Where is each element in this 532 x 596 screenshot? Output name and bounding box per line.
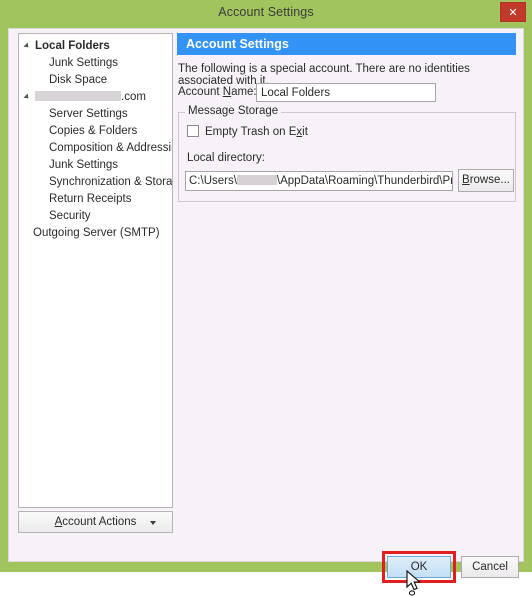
empty-trash-checkbox[interactable] (187, 125, 199, 137)
empty-trash-label-post: it (302, 126, 308, 138)
account-tree-panel[interactable]: Local Folders Junk Settings Disk Space .com… (18, 33, 173, 508)
tree-item-label: Server Settings (49, 108, 128, 120)
tree-item-8[interactable]: Synchronization & Storage (19, 174, 172, 191)
account-name-label: Account Name: (178, 86, 257, 98)
message-storage-legend: Message Storage (185, 105, 282, 117)
tree-item-label: Junk Settings (49, 57, 119, 69)
empty-trash-label-pre: Empty Trash on E (205, 126, 297, 138)
window-title: Account Settings (218, 5, 314, 19)
redacted-username-block (236, 175, 277, 185)
tree-item-1[interactable]: Junk Settings (19, 55, 172, 72)
browse-mnemonic: B (462, 174, 470, 186)
local-directory-value-post: \AppData\Roaming\Thunderbird\Profiles\7 (276, 175, 453, 187)
account-name-label-post: ame: (231, 86, 257, 98)
tree-item-label: Junk Settings (49, 159, 119, 171)
tree-item-11[interactable]: Outgoing Server (SMTP) (19, 225, 172, 242)
tree-item-label: Return Receipts (49, 193, 132, 205)
tree-item-label: Outgoing Server (SMTP) (33, 227, 160, 239)
account-tree-list: Local Folders Junk Settings Disk Space .com… (19, 38, 172, 242)
tree-item-label: Copies & Folders (49, 125, 138, 137)
tree-item-label: Local Folders (35, 40, 110, 52)
tree-item-label: .com (121, 91, 146, 103)
local-directory-input[interactable]: C:\Users\ \AppData\Roaming\Thunderbird\Pr… (185, 171, 453, 191)
tree-item-label: Synchronization & Storage (49, 176, 173, 188)
section-header: Account Settings (177, 33, 516, 55)
close-icon[interactable]: ✕ (500, 2, 526, 22)
tree-item-label: Disk Space (49, 74, 108, 86)
title-bar: Account Settings ✕ (0, 0, 532, 28)
account-name-mnemonic: N (222, 86, 232, 98)
chevron-down-icon (150, 521, 156, 525)
local-directory-value-pre: C:\Users\ (189, 175, 237, 187)
tree-item-6[interactable]: Composition & Addressing (19, 140, 172, 157)
account-actions-label: ccount Actions (62, 516, 137, 528)
local-directory-label: Local directory: (187, 152, 265, 164)
ok-button[interactable]: OK (387, 556, 451, 578)
settings-content-pane: Account Settings The following is a spec… (177, 33, 517, 533)
redacted-account-block (35, 91, 121, 101)
browse-button[interactable]: Browse... (458, 169, 514, 192)
tree-item-10[interactable]: Security (19, 208, 172, 225)
tree-twisty-icon[interactable] (23, 93, 31, 101)
tree-item-9[interactable]: Return Receipts (19, 191, 172, 208)
account-settings-dialog: Local Folders Junk Settings Disk Space .com… (8, 28, 524, 596)
tree-item-label: Composition & Addressing (49, 142, 173, 154)
application-window: Account Settings ✕ Local Folders Junk Set… (0, 0, 532, 596)
empty-trash-on-exit-row[interactable]: Empty Trash on Exit (187, 125, 308, 138)
tree-item-2[interactable]: Disk Space (19, 72, 172, 89)
tree-item-7[interactable]: Junk Settings (19, 157, 172, 174)
tree-item-5[interactable]: Copies & Folders (19, 123, 172, 140)
cancel-button[interactable]: Cancel (461, 556, 519, 578)
tree-item-4[interactable]: Server Settings (19, 106, 172, 123)
tree-twisty-icon[interactable] (23, 42, 31, 50)
tree-item-0[interactable]: Local Folders (19, 38, 172, 55)
browse-label: rowse... (469, 174, 510, 186)
tree-item-label: Security (49, 210, 91, 222)
account-actions-button[interactable]: Account Actions (18, 511, 173, 533)
tree-item-3[interactable]: .com (19, 89, 172, 106)
account-name-input[interactable] (256, 83, 436, 102)
account-name-label-pre: Account (178, 86, 223, 98)
